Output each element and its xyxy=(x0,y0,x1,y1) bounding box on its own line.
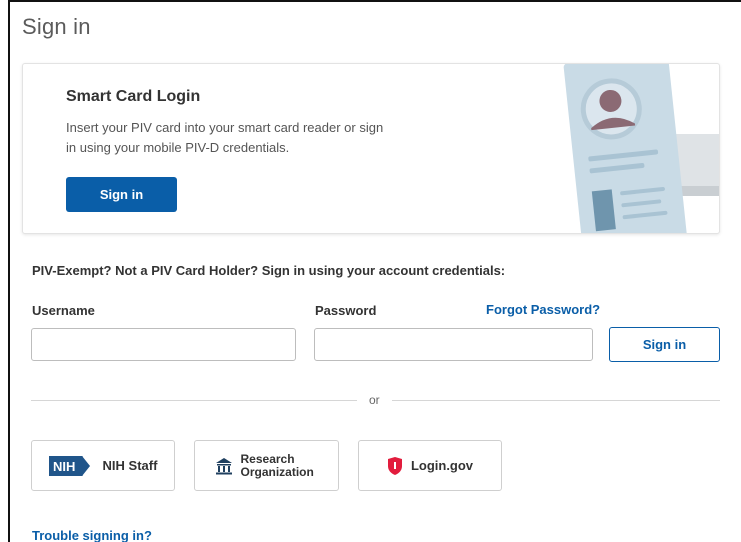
username-label: Username xyxy=(32,303,95,318)
divider-right xyxy=(392,400,720,401)
username-input[interactable] xyxy=(31,328,296,361)
login-gov-button[interactable]: Login.gov xyxy=(358,440,502,491)
divider-left xyxy=(31,400,357,401)
research-organization-label: Research Organization xyxy=(240,451,314,479)
smart-card-description: Insert your PIV card into your smart car… xyxy=(66,120,384,155)
password-label: Password xyxy=(315,303,377,318)
or-separator: or xyxy=(369,393,380,407)
login-gov-shield-icon xyxy=(387,456,402,475)
smart-card-title: Smart Card Login xyxy=(66,88,201,105)
nih-logo-text: NIH xyxy=(53,459,75,474)
id-card-illustration xyxy=(563,64,688,233)
piv-card-illustration xyxy=(563,64,719,233)
page-title: Sign in xyxy=(22,14,91,39)
smart-card-panel: Smart Card Login Insert your PIV card in… xyxy=(22,63,720,234)
credentials-sign-in-button[interactable]: Sign in xyxy=(609,327,720,362)
nih-staff-button[interactable]: NIH NIH Staff xyxy=(31,440,175,491)
nih-logo-icon: NIH xyxy=(48,455,92,476)
password-input[interactable] xyxy=(314,328,593,361)
forgot-password-link[interactable]: Forgot Password? xyxy=(486,302,600,317)
research-organization-button[interactable]: Research Organization xyxy=(194,440,339,491)
login-gov-label: Login.gov xyxy=(410,458,474,473)
building-icon xyxy=(215,457,232,474)
trouble-signing-in-link[interactable]: Trouble signing in? xyxy=(32,528,152,542)
smart-card-sign-in-button[interactable]: Sign in xyxy=(66,177,177,212)
nih-staff-label: NIH Staff xyxy=(102,458,158,473)
piv-exempt-prompt: PIV-Exempt? Not a PIV Card Holder? Sign … xyxy=(32,263,506,278)
